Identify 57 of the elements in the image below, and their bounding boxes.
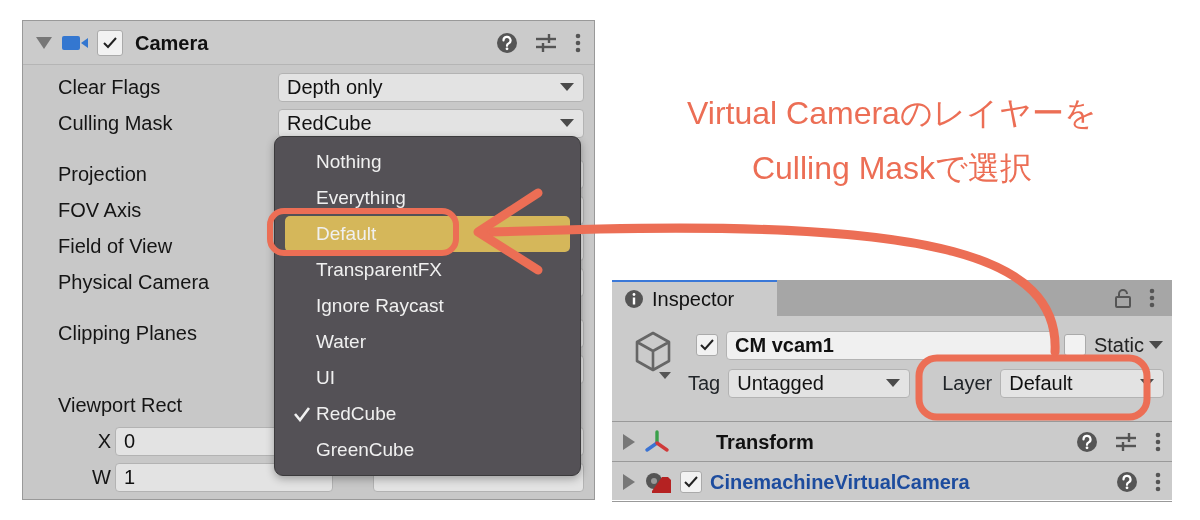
sliders-icon[interactable]: [1114, 430, 1138, 453]
expand-triangle-icon[interactable]: [35, 35, 53, 50]
component-title: Transform: [716, 429, 814, 455]
checkmark-icon: [102, 35, 118, 50]
menu-item[interactable]: Everything: [285, 180, 570, 216]
menu-item[interactable]: Water: [285, 324, 570, 360]
lock-icon[interactable]: [1114, 288, 1132, 308]
property-label: Clipping Planes: [58, 321, 198, 346]
checkmark-icon: [699, 338, 715, 352]
more-options-icon[interactable]: [1148, 287, 1156, 309]
property-label: Viewport Rect: [58, 393, 184, 418]
inspector-tab[interactable]: Inspector: [612, 280, 777, 316]
menu-item[interactable]: UI: [285, 360, 570, 396]
property-label: Culling Mask: [58, 111, 174, 136]
more-options-icon[interactable]: [1154, 470, 1162, 493]
cube-icon[interactable]: [634, 331, 672, 373]
axis-label: W: [91, 465, 111, 490]
tag-dropdown[interactable]: Untagged: [728, 368, 911, 398]
checkmark-icon: [293, 406, 311, 422]
help-icon[interactable]: [496, 31, 518, 54]
caret-icon: [559, 118, 575, 128]
menu-item[interactable]: Ignore Raycast: [285, 288, 570, 324]
axes-icon: [644, 429, 670, 454]
dropdown-field[interactable]: Depth only: [278, 72, 584, 102]
expand-triangle-icon[interactable]: [622, 472, 636, 491]
expand-triangle-icon[interactable]: [622, 432, 636, 451]
help-icon[interactable]: [1076, 430, 1098, 453]
more-options-icon[interactable]: [574, 31, 582, 54]
caret-icon[interactable]: [658, 371, 672, 380]
field-label: Layer: [942, 371, 993, 396]
menu-item[interactable]: Nothing: [285, 144, 570, 180]
property-label: Field of View: [58, 234, 174, 259]
property-label: Projection: [58, 162, 148, 187]
menu-item[interactable]: TransparentFX: [285, 252, 570, 288]
property-label: Clear Flags: [58, 75, 162, 100]
component-title: CinemachineVirtualCamera: [710, 469, 970, 495]
property-label: FOV Axis: [58, 198, 143, 223]
enable-checkbox[interactable]: [97, 29, 123, 56]
caption-text: Virtual Cameraのレイヤーを: [687, 94, 1097, 133]
component-title: Camera: [135, 30, 209, 56]
static-dropdown[interactable]: Static: [1093, 330, 1164, 360]
checkmark-icon: [683, 474, 699, 489]
static-checkbox[interactable]: [1063, 334, 1086, 356]
dropdown-field[interactable]: RedCube: [278, 108, 584, 138]
info-icon: [624, 289, 644, 309]
axis-label: X: [96, 429, 111, 454]
more-options-icon[interactable]: [1154, 430, 1162, 453]
caption-text: Culling Maskで選択: [751, 149, 1033, 188]
property-label: Physical Camera: [58, 270, 211, 295]
enable-checkbox[interactable]: [680, 470, 702, 493]
active-checkbox[interactable]: [696, 334, 718, 356]
caret-icon: [1148, 340, 1164, 350]
caret-icon: [559, 82, 575, 92]
help-icon[interactable]: [1116, 470, 1138, 493]
sliders-icon[interactable]: [534, 31, 558, 54]
caret-icon: [885, 378, 902, 388]
field-label: Tag: [688, 371, 721, 396]
